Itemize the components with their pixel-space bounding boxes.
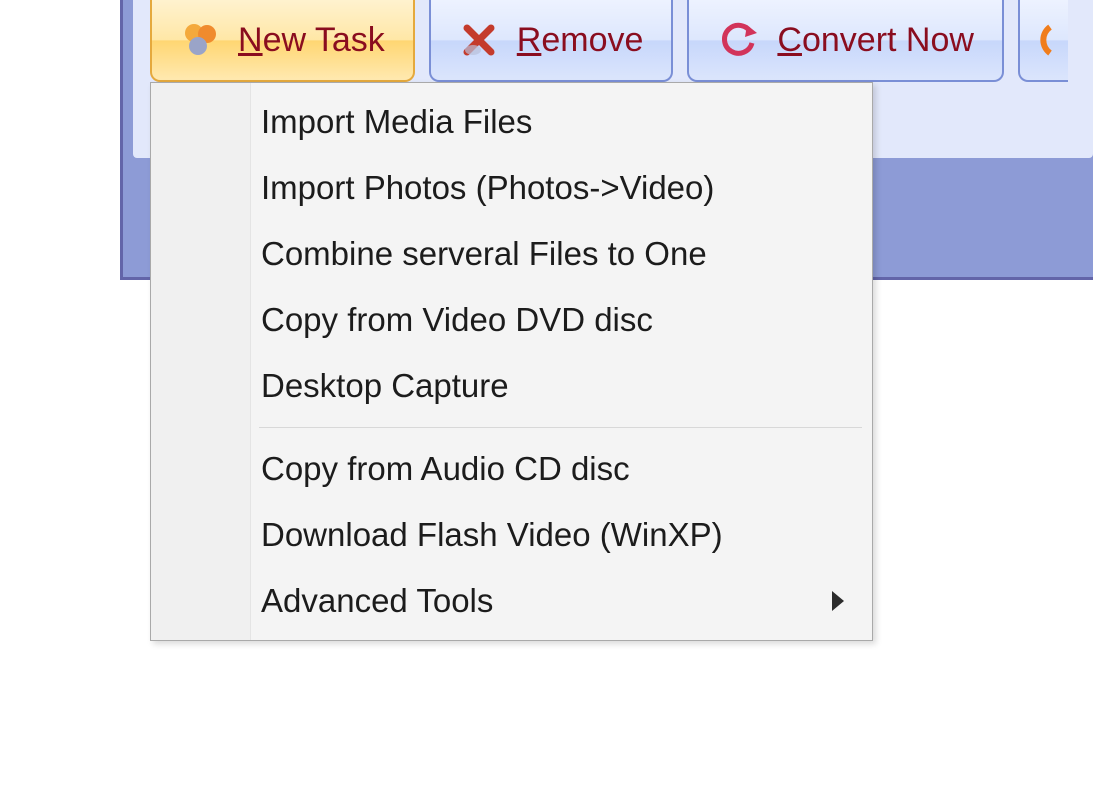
menu-item-label: Combine serveral Files to One (261, 235, 707, 273)
remove-button[interactable]: Remove (429, 0, 674, 82)
menu-item-label: Advanced Tools (261, 582, 493, 620)
submenu-arrow-icon (832, 591, 844, 611)
menu-item-label: Copy from Audio CD disc (261, 450, 630, 488)
new-task-label: New Task (238, 21, 385, 60)
partial-icon (1038, 19, 1068, 61)
menu-advanced-tools[interactable]: Advanced Tools (151, 568, 872, 634)
menu-item-label: Copy from Video DVD disc (261, 301, 653, 339)
convert-now-button[interactable]: Convert Now (687, 0, 1004, 82)
menu-import-media-files[interactable]: Import Media Files (151, 89, 872, 155)
remove-icon (459, 20, 499, 60)
menu-import-photos[interactable]: Import Photos (Photos->Video) (151, 155, 872, 221)
menu-item-label: Import Photos (Photos->Video) (261, 169, 714, 207)
new-task-icon (180, 20, 220, 60)
menu-item-label: Download Flash Video (WinXP) (261, 516, 723, 554)
new-task-dropdown: Import Media Files Import Photos (Photos… (150, 82, 873, 641)
menu-item-label: Desktop Capture (261, 367, 509, 405)
menu-copy-video-dvd[interactable]: Copy from Video DVD disc (151, 287, 872, 353)
menu-download-flash-video[interactable]: Download Flash Video (WinXP) (151, 502, 872, 568)
toolbar-button-partial[interactable] (1018, 0, 1068, 82)
convert-icon (717, 19, 759, 61)
menu-item-label: Import Media Files (261, 103, 532, 141)
menu-desktop-capture[interactable]: Desktop Capture (151, 353, 872, 419)
menu-combine-files[interactable]: Combine serveral Files to One (151, 221, 872, 287)
menu-copy-audio-cd[interactable]: Copy from Audio CD disc (151, 436, 872, 502)
remove-label: Remove (517, 21, 644, 60)
menu-separator (259, 427, 862, 428)
toolbar-buttons: New Task Remove Convert Now (150, 0, 1093, 82)
new-task-button[interactable]: New Task (150, 0, 415, 82)
convert-label: Convert Now (777, 21, 974, 60)
